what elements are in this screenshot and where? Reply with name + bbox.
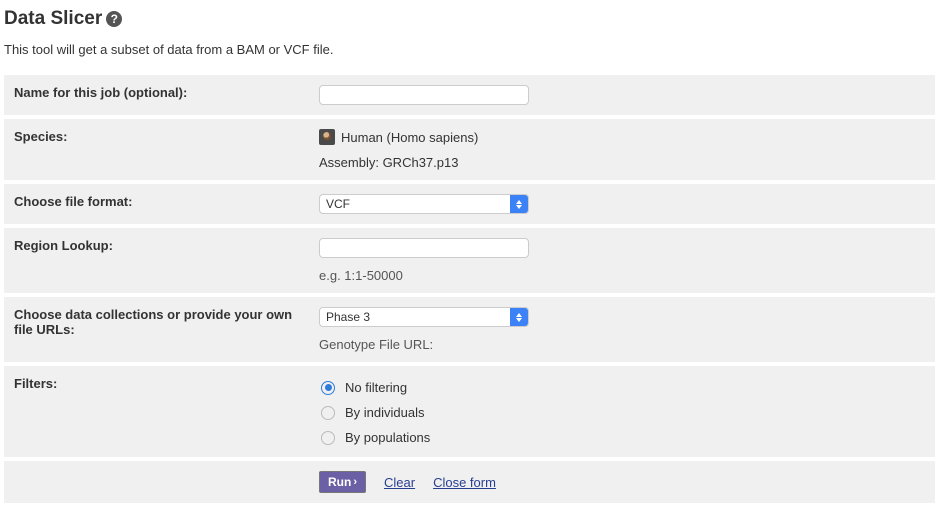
species-name: Human (Homo sapiens) — [341, 130, 478, 145]
row-filters: Filters: No filtering By individuals By … — [4, 366, 935, 457]
jobname-label: Name for this job (optional): — [4, 75, 309, 115]
filter-option-label: By populations — [345, 430, 430, 445]
jobname-input[interactable] — [319, 85, 529, 105]
row-jobname: Name for this job (optional): — [4, 75, 935, 115]
filter-option-by-individuals[interactable]: By individuals — [321, 405, 925, 420]
region-input[interactable] — [319, 238, 529, 258]
filter-option-by-populations[interactable]: By populations — [321, 430, 925, 445]
row-format: Choose file format: VCF — [4, 184, 935, 224]
species-assembly: Assembly: GRCh37.p13 — [319, 155, 925, 170]
row-collections: Choose data collections or provide your … — [4, 297, 935, 362]
intro-text: This tool will get a subset of data from… — [4, 42, 935, 57]
format-label: Choose file format: — [4, 184, 309, 224]
chevron-right-icon: › — [353, 476, 357, 488]
region-label: Region Lookup: — [4, 228, 309, 293]
filter-option-no-filtering[interactable]: No filtering — [321, 380, 925, 395]
config-table: Name for this job (optional): Species: H… — [4, 71, 935, 507]
page-title: Data Slicer ? — [4, 8, 935, 30]
format-select[interactable]: VCF — [319, 194, 529, 214]
collections-label: Choose data collections or provide your … — [4, 297, 309, 362]
select-arrows-icon — [510, 308, 528, 326]
clear-link[interactable]: Clear — [384, 475, 415, 490]
run-button[interactable]: Run› — [319, 471, 366, 493]
filter-option-label: No filtering — [345, 380, 407, 395]
filter-option-label: By individuals — [345, 405, 425, 420]
row-species: Species: Human (Homo sapiens) Assembly: … — [4, 119, 935, 180]
radio-icon — [321, 381, 335, 395]
radio-icon — [321, 406, 335, 420]
title-text: Data Slicer — [4, 8, 102, 30]
region-hint: e.g. 1:1-50000 — [319, 268, 925, 283]
collections-select[interactable]: Phase 3 — [319, 307, 529, 327]
help-icon[interactable]: ? — [106, 11, 122, 27]
collections-selected: Phase 3 — [320, 310, 510, 324]
row-region: Region Lookup: e.g. 1:1-50000 — [4, 228, 935, 293]
run-label: Run — [328, 475, 351, 489]
collections-sublabel: Genotype File URL: — [319, 337, 925, 352]
format-selected: VCF — [320, 197, 510, 211]
species-icon — [319, 129, 335, 145]
select-arrows-icon — [510, 195, 528, 213]
close-form-link[interactable]: Close form — [433, 475, 496, 490]
filters-label: Filters: — [4, 366, 309, 457]
row-actions: Run› Clear Close form — [4, 461, 935, 503]
radio-icon — [321, 431, 335, 445]
species-label: Species: — [4, 119, 309, 180]
